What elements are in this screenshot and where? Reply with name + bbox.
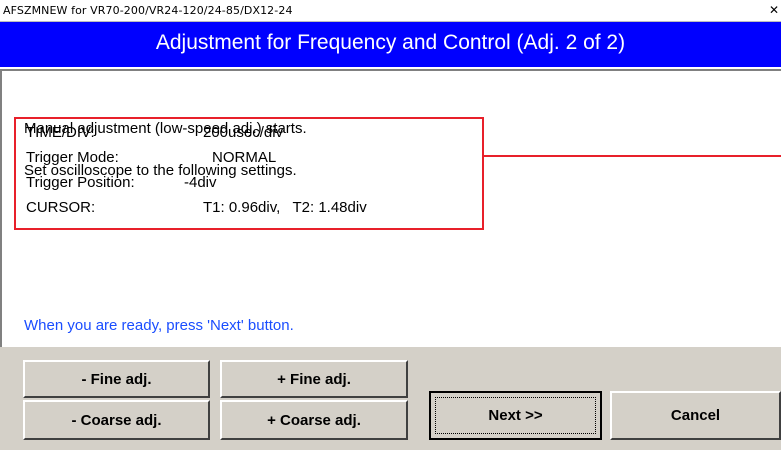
setting-value-trigger-mode: NORMAL [212,149,277,166]
setting-label-time-div: TIME/DIV: [26,124,95,141]
setting-label-cursor: CURSOR: [26,199,96,216]
ready-instruction: When you are ready, press 'Next' button. [24,317,294,334]
setting-label-trigger-position: Trigger Position: [26,174,135,191]
fine-adj-minus-button[interactable]: - Fine adj. [23,360,210,398]
window-titlebar: AFSZMNEW for VR70-200/VR24-120/24-85/DX1… [0,0,781,22]
coarse-adj-minus-button[interactable]: - Coarse adj. [23,400,210,440]
window-title: AFSZMNEW for VR70-200/VR24-120/24-85/DX1… [3,4,293,17]
dialog-header: Adjustment for Frequency and Control (Ad… [0,22,781,69]
close-icon[interactable]: ✕ [767,3,781,18]
setting-value-time-div: 200usec/div [203,124,284,141]
cancel-button[interactable]: Cancel [610,391,781,440]
setting-value-cursor: T1: 0.96div, T2: 1.48div [203,199,367,216]
fine-adj-plus-button[interactable]: + Fine adj. [220,360,408,398]
next-button[interactable]: Next >> [429,391,602,440]
coarse-adj-plus-button[interactable]: + Coarse adj. [220,400,408,440]
setting-value-trigger-position: -4div [184,174,217,191]
next-button-label: Next >> [435,397,596,434]
dialog-heading: Adjustment for Frequency and Control (Ad… [155,31,626,54]
oscilloscope-settings-box: TIME/DIV: 200usec/div Trigger Mode: NORM… [14,117,484,230]
callout-line [484,155,781,157]
setting-label-trigger-mode: Trigger Mode: [26,149,119,166]
